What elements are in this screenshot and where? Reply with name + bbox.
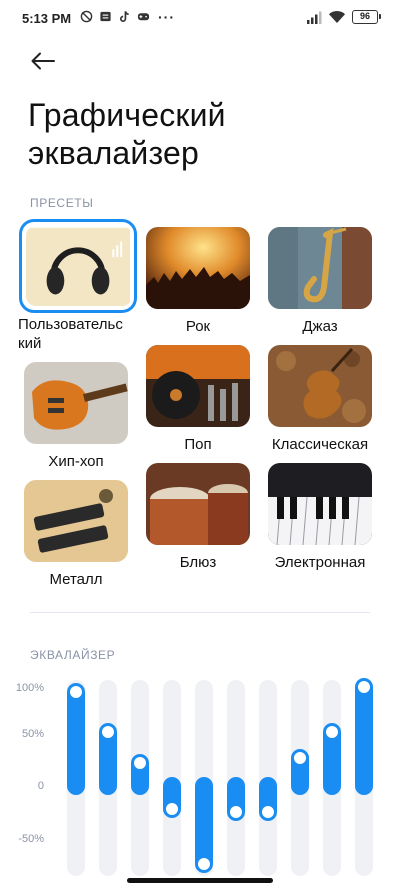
- eq-band-knob[interactable]: [324, 723, 340, 740]
- eq-band-slider[interactable]: [195, 680, 213, 876]
- eq-band-slider[interactable]: [163, 680, 181, 876]
- eq-band-slider[interactable]: [323, 680, 341, 876]
- axis-label-100: 100%: [15, 682, 44, 694]
- eq-band-knob[interactable]: [292, 749, 308, 766]
- more-notifications: ···: [158, 8, 175, 25]
- eq-band-knob[interactable]: [132, 755, 148, 772]
- dj-turntable-image: [146, 345, 250, 427]
- preset-label: Электронная: [274, 554, 366, 571]
- back-button[interactable]: [26, 44, 60, 78]
- eq-band-fill: [355, 678, 373, 795]
- preset-pop[interactable]: Поп: [134, 345, 262, 454]
- eq-band-slider[interactable]: [67, 680, 85, 876]
- preset-blues[interactable]: Блюз: [134, 463, 262, 572]
- eq-band-knob[interactable]: [100, 723, 116, 740]
- saxophone-image: [268, 227, 372, 309]
- eq-band-knob[interactable]: [164, 800, 180, 817]
- wifi-icon: [329, 10, 345, 23]
- preset-label: Классическая: [271, 436, 369, 453]
- tiktok-icon: [119, 11, 129, 22]
- electric-guitar-image: [24, 362, 128, 444]
- status-time: 5:13 PM: [22, 11, 72, 26]
- preset-selection-ring: [19, 219, 137, 313]
- preset-label: Рок: [185, 318, 211, 335]
- eq-band-slider[interactable]: [355, 678, 373, 876]
- preset-label: Металл: [49, 571, 103, 588]
- preset-label: Хип-хоп: [48, 453, 104, 470]
- guitar-pickups-image: [24, 480, 128, 562]
- violin-image: [268, 345, 372, 427]
- piano-keys-image: [268, 463, 372, 545]
- preset-classical[interactable]: Классическая: [256, 345, 384, 454]
- eq-band-slider[interactable]: [131, 680, 149, 876]
- battery-indicator: 96: [352, 10, 381, 24]
- section-divider: [30, 612, 370, 613]
- signal-icon: [307, 11, 322, 24]
- status-icons-right: 96: [306, 10, 381, 24]
- eq-band-slider[interactable]: [99, 680, 117, 876]
- game-icon: [137, 13, 150, 21]
- preset-hiphop[interactable]: Хип-хоп: [12, 362, 140, 471]
- tabla-drums-image: [146, 463, 250, 545]
- status-icons-left: ···: [80, 8, 175, 25]
- preset-label: Джаз: [302, 318, 338, 335]
- equalizer-section-label: ЭКВАЛАЙЗЕР: [30, 648, 116, 662]
- page-title: Графический эквалайзер: [28, 97, 226, 171]
- eq-band-fill: [67, 683, 85, 795]
- do-not-disturb-icon: [80, 10, 93, 23]
- preset-label: Пользовательс кий: [18, 316, 123, 352]
- preset-custom[interactable]: Пользовательс кий: [14, 219, 142, 353]
- preset-label: Поп: [184, 436, 212, 453]
- presets-section-label: ПРЕСЕТЫ: [30, 196, 94, 210]
- eq-band-slider[interactable]: [291, 680, 309, 876]
- concert-crowd-image: [146, 227, 250, 309]
- headphones-image: [26, 226, 132, 306]
- preset-label: Блюз: [179, 554, 217, 571]
- eq-band-knob[interactable]: [260, 804, 276, 820]
- axis-label-50: 50%: [21, 728, 44, 740]
- preset-jazz[interactable]: Джаз: [256, 227, 384, 336]
- axis-label-0: 0: [37, 780, 44, 792]
- arrow-left-icon: [31, 52, 55, 70]
- preset-electronic[interactable]: Электронная: [256, 463, 384, 572]
- status-bar: 5:13 PM ··· 96: [0, 0, 400, 36]
- eq-band-slider[interactable]: [259, 680, 277, 876]
- preset-metal[interactable]: Металл: [12, 480, 140, 589]
- eq-band-knob[interactable]: [228, 804, 244, 820]
- eq-band-slider[interactable]: [227, 680, 245, 876]
- preset-rock[interactable]: Рок: [134, 227, 262, 336]
- home-indicator[interactable]: [127, 878, 273, 883]
- eq-band-knob[interactable]: [196, 856, 212, 872]
- axis-label-minus-50: -50%: [18, 833, 44, 845]
- message-icon: [100, 11, 111, 22]
